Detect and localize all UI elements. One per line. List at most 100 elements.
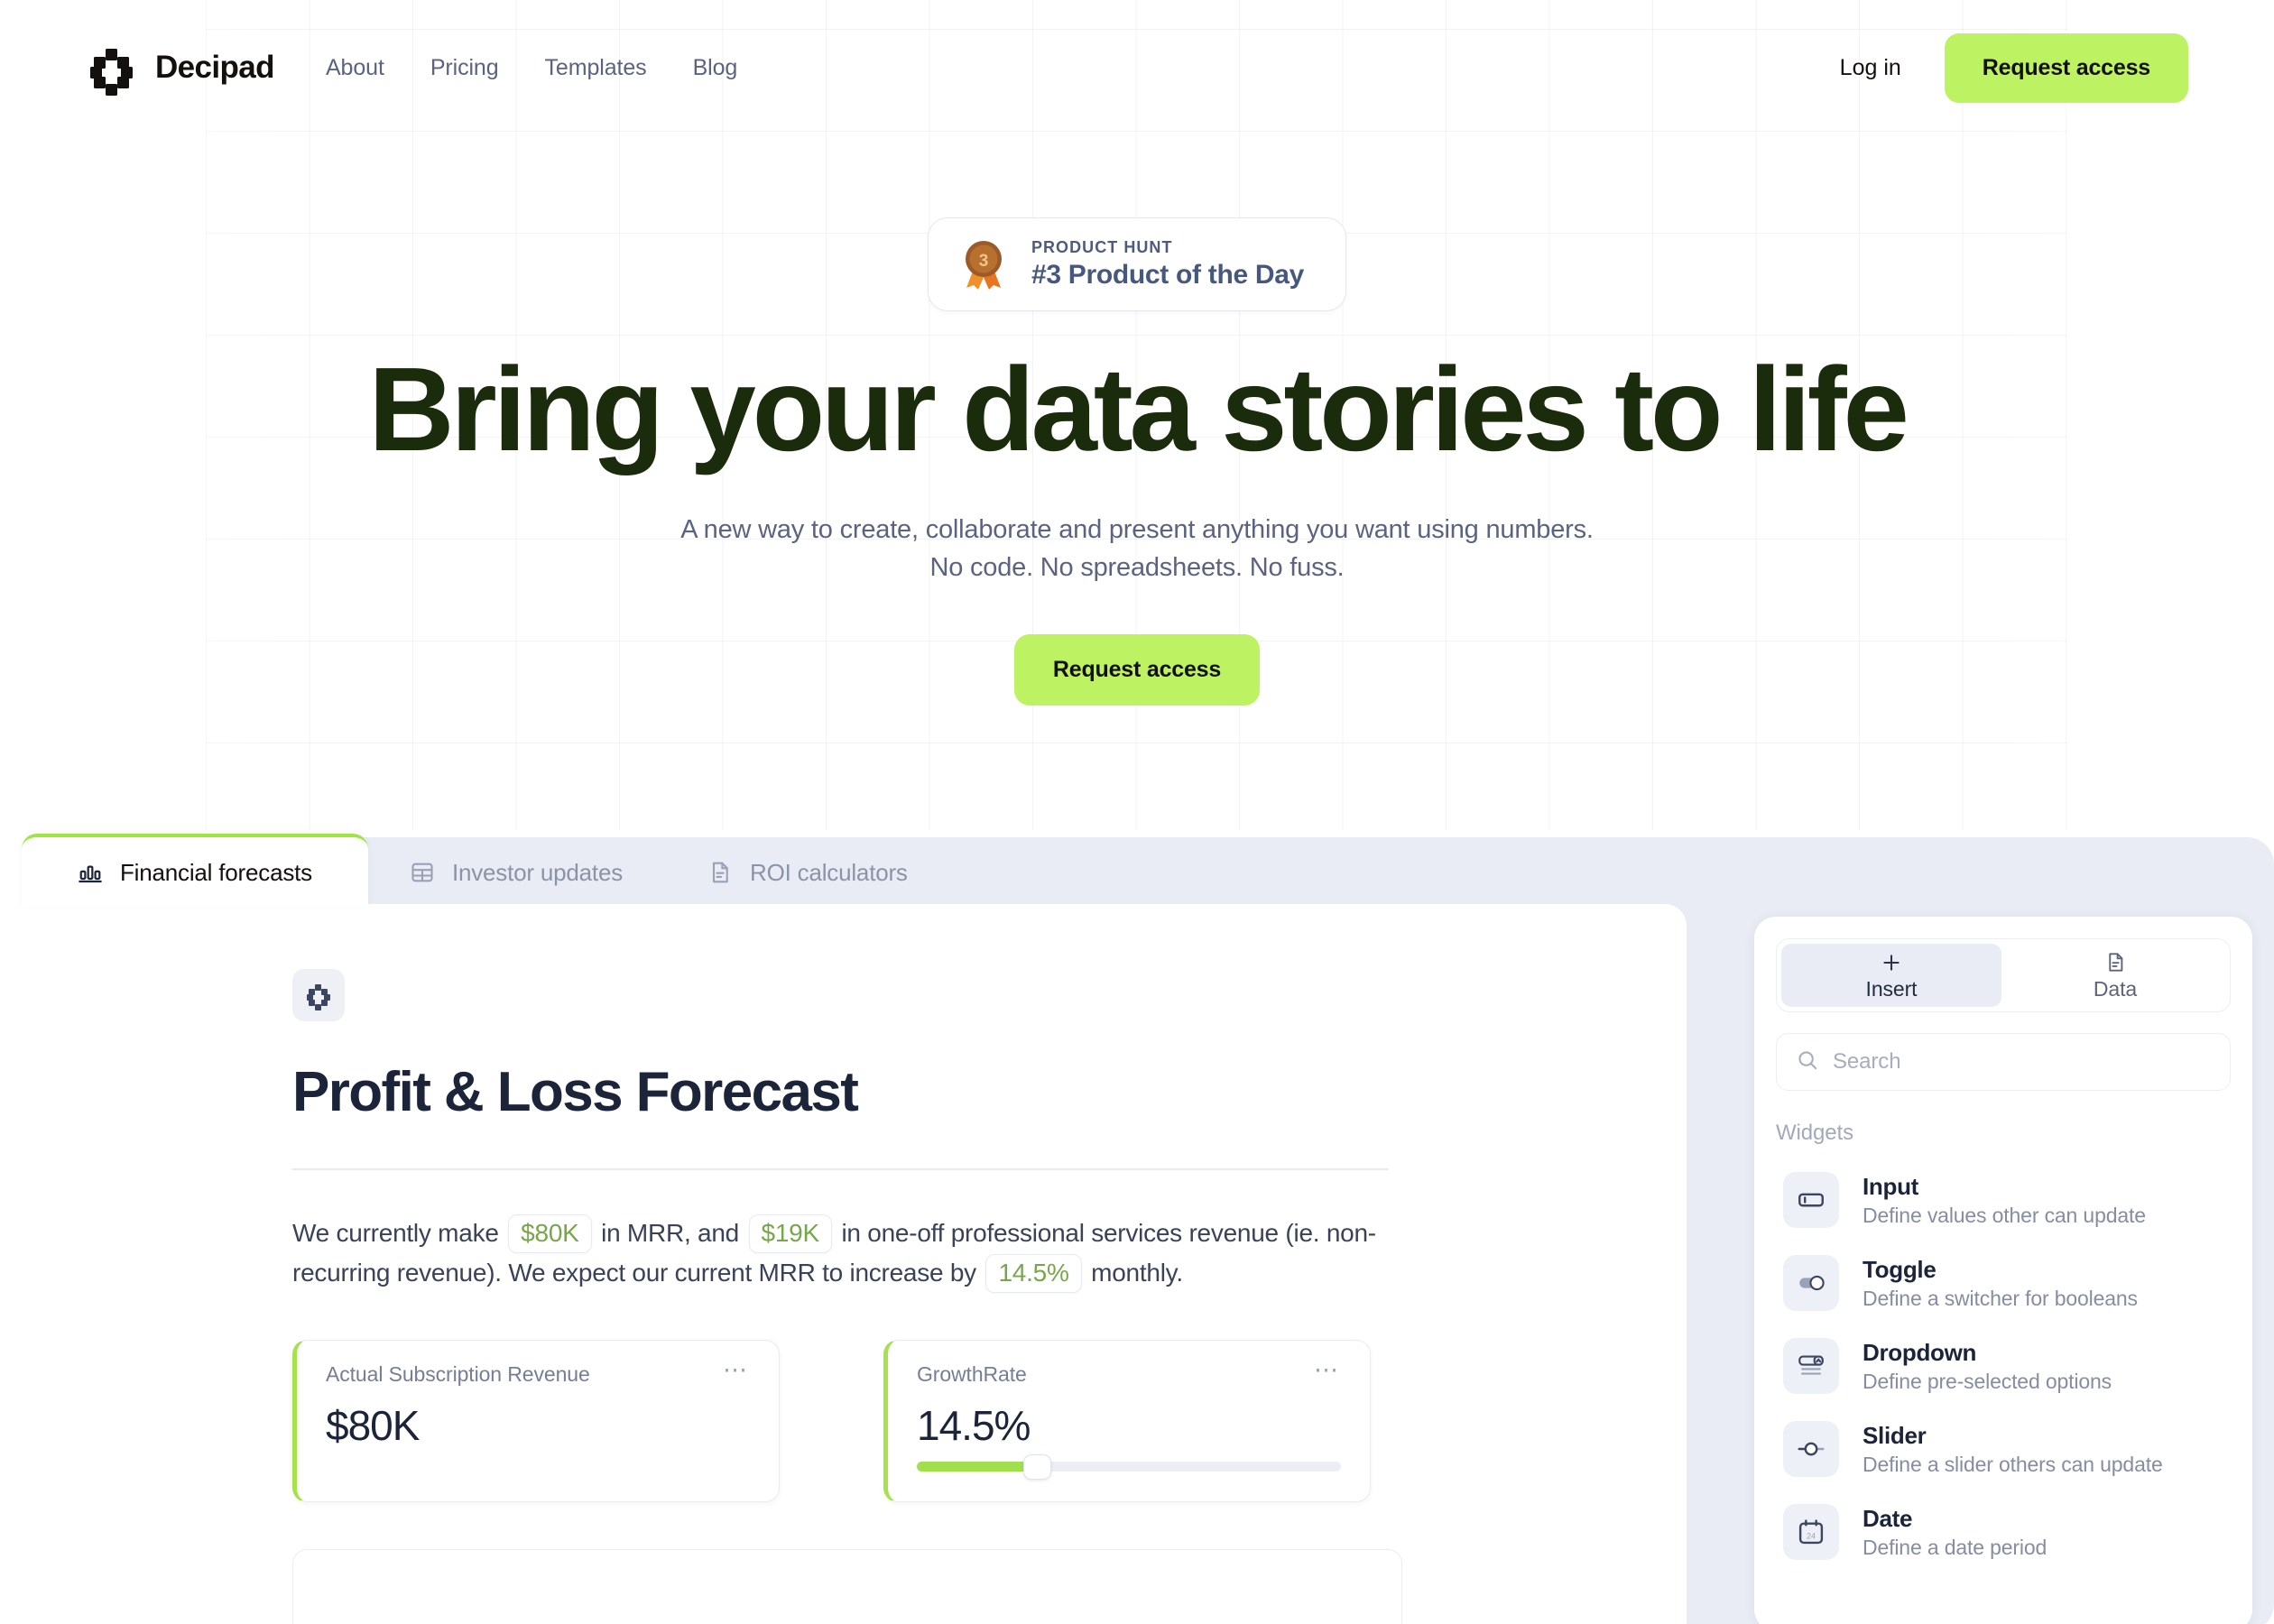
tab-label: Investor updates (451, 858, 624, 886)
metric-card-subscription-revenue[interactable]: Actual Subscription Revenue ⋯ $80K (292, 1339, 780, 1502)
input-field-icon (1783, 1172, 1839, 1228)
sidebar-tab-data[interactable]: Data (2005, 944, 2225, 1007)
document-next-block (292, 1548, 1402, 1624)
widget-text: Slider Define a slider others can update (1863, 1422, 2163, 1477)
product-hunt-texts: PRODUCT HUNT #3 Product of the Day (1031, 238, 1304, 291)
decipad-diamond-logo-icon (90, 45, 135, 96)
widget-text: Toggle Define a switcher for booleans (1863, 1256, 2138, 1311)
ellipsis-icon[interactable]: ⋯ (1314, 1357, 1339, 1381)
svg-text:3: 3 (979, 252, 989, 271)
sidebar-tab-insert[interactable]: Insert (1781, 944, 2001, 1007)
widget-desc: Define a switcher for booleans (1863, 1286, 2138, 1310)
paragraph-segment: in MRR, and (601, 1218, 739, 1247)
widget-item-toggle[interactable]: Toggle Define a switcher for booleans (1776, 1245, 2231, 1321)
inline-value-services-revenue[interactable]: $19K (748, 1213, 832, 1253)
widget-text: Date Define a date period (1863, 1505, 2047, 1560)
tab-financial-forecasts[interactable]: Financial forecasts (22, 834, 368, 908)
card-label: GrowthRate (917, 1361, 1027, 1386)
widget-text: Input Define values other can update (1863, 1173, 2146, 1228)
bar-chart-icon (79, 865, 102, 883)
widget-name: Toggle (1863, 1255, 1937, 1283)
hero-headline: Bring your data stories to life (368, 343, 1909, 475)
brand-name: Decipad (155, 50, 275, 85)
widgets-section-label: Widgets (1776, 1121, 1853, 1145)
growth-rate-slider[interactable] (917, 1453, 1341, 1480)
document-inner: Profit & Loss Forecast We currently make… (22, 904, 1687, 1624)
calendar-icon: 24 (1783, 1504, 1839, 1560)
metric-cards-row: Actual Subscription Revenue ⋯ $80K Growt… (292, 1339, 1687, 1502)
document-icon (2104, 950, 2127, 975)
login-link[interactable]: Log in (1840, 55, 1901, 81)
nav-link-blog[interactable]: Blog (693, 55, 738, 81)
app-body: Profit & Loss Forecast We currently make… (22, 904, 2274, 1624)
sidebar-search-box[interactable] (1776, 1033, 2231, 1091)
paragraph-segment: We currently make (292, 1218, 499, 1247)
sidebar-segmented-control: Insert Data (1776, 938, 2231, 1012)
widget-text: Dropdown Define pre-selected options (1863, 1339, 2112, 1394)
card-header: Actual Subscription Revenue ⋯ (326, 1357, 748, 1387)
decipad-diamond-logo-icon (307, 983, 330, 1010)
widget-item-date[interactable]: 24 Date Define a date period (1776, 1494, 2231, 1570)
card-value: $80K (326, 1401, 420, 1449)
slider-handle[interactable] (1022, 1453, 1051, 1480)
insert-sidebar-panel: Insert Data Search Widgets Input Define … (1754, 917, 2252, 1624)
widget-name: Dropdown (1863, 1338, 1977, 1366)
document-paragraph: We currently make $80K in MRR, and $19K … (292, 1213, 1402, 1293)
widget-name: Date (1863, 1504, 1913, 1532)
main-nav: About Pricing Templates Blog (326, 55, 737, 81)
dropdown-icon (1783, 1338, 1839, 1394)
sidebar-tab-label: Data (2093, 976, 2138, 1001)
nav-link-templates[interactable]: Templates (545, 55, 647, 81)
tab-label: Financial forecasts (120, 858, 312, 886)
card-value: 14.5% (917, 1401, 1031, 1449)
tab-label: ROI calculators (750, 858, 908, 886)
brand-logo[interactable]: Decipad (90, 45, 275, 96)
product-hunt-badge[interactable]: 3 PRODUCT HUNT #3 Product of the Day (927, 217, 1347, 311)
document-title: Profit & Loss Forecast (292, 1061, 859, 1123)
ellipsis-icon[interactable]: ⋯ (723, 1357, 748, 1381)
inline-value-growth-rate[interactable]: 14.5% (985, 1253, 1082, 1293)
header-actions: Log in Request access (1840, 32, 2188, 103)
tab-roi-calculators[interactable]: ROI calculators (666, 837, 951, 908)
product-hunt-kicker: PRODUCT HUNT (1031, 238, 1173, 256)
widget-item-dropdown[interactable]: Dropdown Define pre-selected options (1776, 1328, 2231, 1404)
inline-value-mrr[interactable]: $80K (508, 1213, 592, 1253)
site-header: Decipad About Pricing Templates Blog Log… (0, 0, 2274, 135)
sidebar-search-input[interactable] (1833, 1049, 2211, 1075)
hero-subtitle: A new way to create, collaborate and pre… (680, 514, 1594, 582)
widget-name: Input (1863, 1172, 1919, 1200)
widget-desc: Define a date period (1863, 1535, 2048, 1559)
metric-card-growth-rate[interactable]: GrowthRate ⋯ 14.5% (883, 1339, 1371, 1502)
document-logo-button[interactable] (292, 969, 345, 1021)
document-divider (292, 1168, 1389, 1170)
tab-investor-updates[interactable]: Investor updates (368, 837, 666, 908)
widget-item-slider[interactable]: Slider Define a slider others can update (1776, 1411, 2231, 1487)
toggle-switch-icon (1783, 1255, 1839, 1311)
svg-text:24: 24 (1807, 1532, 1816, 1541)
widget-desc: Define a slider others can update (1863, 1452, 2163, 1476)
hero-section: 3 PRODUCT HUNT #3 Product of the Day Bri… (0, 135, 2274, 706)
widget-item-input[interactable]: Input Define values other can update (1776, 1162, 2231, 1238)
hero-cta-wrap: Request access (1013, 633, 1261, 706)
medal-bronze-icon: 3 (965, 241, 1002, 290)
document-icon (712, 862, 728, 883)
hero-request-access-button[interactable]: Request access (1013, 633, 1261, 706)
app-mockup: Financial forecasts Investor updates ROI… (22, 834, 2274, 1624)
widget-desc: Define values other can update (1863, 1203, 2146, 1227)
product-hunt-title: #3 Product of the Day (1031, 260, 1305, 290)
slider-fill (917, 1461, 1031, 1472)
app-tab-bar: Financial forecasts Investor updates ROI… (22, 834, 951, 908)
slider-icon (1783, 1421, 1839, 1477)
nav-link-pricing[interactable]: Pricing (430, 55, 499, 81)
header-request-access-button[interactable]: Request access (1944, 32, 2188, 103)
table-icon (411, 863, 433, 882)
widget-name: Slider (1863, 1421, 1927, 1449)
nav-link-about[interactable]: About (326, 55, 384, 81)
sidebar-tab-label: Insert (1865, 976, 1918, 1001)
card-label: Actual Subscription Revenue (326, 1361, 590, 1386)
search-icon (1796, 1048, 1819, 1076)
widget-list: Input Define values other can update Tog… (1776, 1162, 2231, 1570)
plus-icon (1880, 950, 1903, 975)
paragraph-segment: monthly. (1091, 1258, 1183, 1287)
page-root: Decipad About Pricing Templates Blog Log… (0, 0, 2274, 1624)
